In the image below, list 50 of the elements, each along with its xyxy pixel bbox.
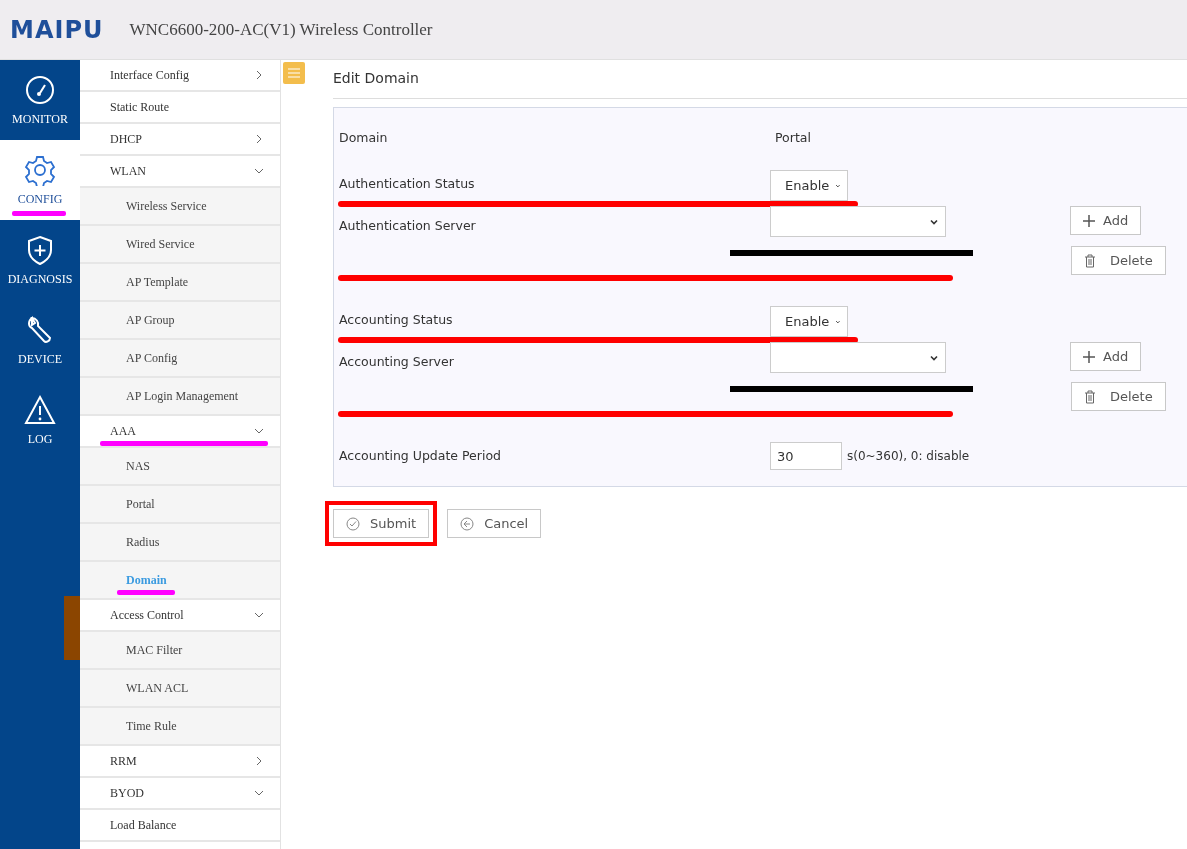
overlay-block	[64, 596, 80, 660]
field-label: Accounting Status	[339, 311, 454, 327]
submenu-item[interactable]: Portal	[80, 486, 280, 524]
submenu-item[interactable]: AP Template	[80, 264, 280, 302]
add-button[interactable]: Add	[1070, 206, 1142, 235]
nav-rail-item[interactable]: MONITOR	[0, 60, 80, 140]
nav-rail-item[interactable]: DEVICE	[0, 300, 80, 380]
menu-icon[interactable]	[283, 62, 305, 84]
submenu-item[interactable]: AP Login Management	[80, 378, 280, 416]
nav-rail-item[interactable]: CONFIG	[0, 140, 80, 220]
submenu-item[interactable]: Radius	[80, 524, 280, 562]
field-label: Accounting Update Period	[339, 447, 502, 463]
page-title: Edit Domain	[333, 70, 1187, 99]
field-label: Authentication Status	[339, 175, 476, 191]
dropdown[interactable]	[770, 342, 946, 373]
submenu-item[interactable]: Wireless Service	[80, 188, 280, 226]
plus-icon	[1083, 214, 1095, 227]
dropdown[interactable]	[770, 206, 946, 237]
nav-rail-item[interactable]: LOG	[0, 380, 80, 460]
cancel-button[interactable]: Cancel	[447, 509, 542, 538]
back-circle-icon	[460, 516, 475, 531]
delete-button[interactable]: Delete	[1071, 246, 1166, 275]
add-button[interactable]: Add	[1070, 342, 1142, 371]
field-hint: s(0~360), 0: disable	[847, 449, 970, 463]
window-title: WNC6600-200-AC(V1) Wireless Controller	[129, 19, 433, 40]
field-label: Domain	[339, 129, 389, 145]
nav-rail-item[interactable]: DIAGNOSIS	[0, 220, 80, 300]
field-value: Portal	[774, 129, 812, 145]
gear-icon	[24, 153, 56, 186]
trash-icon	[1084, 389, 1096, 404]
trash-icon	[1084, 253, 1096, 268]
submenu-item[interactable]: AP Group	[80, 302, 280, 340]
submenu-item[interactable]: NAS	[80, 448, 280, 486]
field-label: Authentication Server	[339, 217, 477, 233]
gauge-icon	[24, 73, 56, 106]
submenu-item[interactable]: MAC Filter	[80, 632, 280, 670]
check-circle-icon	[346, 516, 360, 531]
submenu-item[interactable]: Wired Service	[80, 226, 280, 264]
delete-button[interactable]: Delete	[1071, 382, 1166, 411]
submenu-item[interactable]: AP Config	[80, 340, 280, 378]
field-label: Accounting Server	[339, 353, 455, 369]
warning-icon	[24, 393, 56, 426]
submenu-item[interactable]: WLAN ACL	[80, 670, 280, 708]
plus-icon	[1083, 350, 1095, 363]
submenu-item[interactable]: Time Rule	[80, 708, 280, 746]
dropdown[interactable]: Enable	[770, 306, 848, 337]
submit-button[interactable]: Submit	[333, 509, 430, 538]
logo: MAIPU	[10, 15, 104, 44]
number-field[interactable]: 30	[770, 442, 842, 470]
dropdown[interactable]: Enable	[770, 170, 848, 201]
